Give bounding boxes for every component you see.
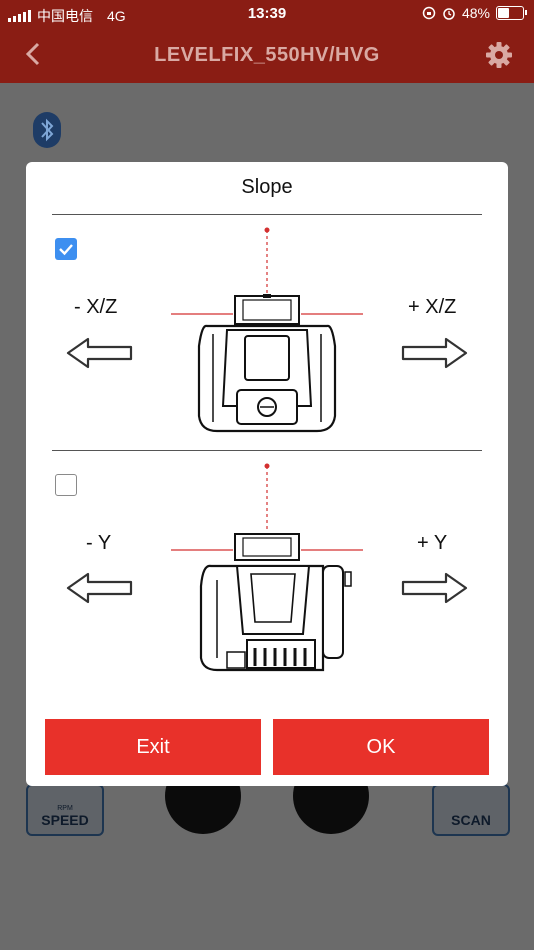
rotation-lock-icon [422, 6, 436, 20]
y-plus-label: + Y [417, 532, 448, 554]
scan-label: SCAN [451, 812, 491, 828]
y-minus-label: - Y [86, 532, 112, 554]
speed-sub-label: RPM [57, 805, 73, 812]
battery-percent: 48% [461, 5, 490, 21]
xz-minus-arrow-icon[interactable] [66, 336, 134, 370]
status-bar: 中国电信 4G 13:39 48% [0, 0, 534, 28]
alarm-icon [443, 8, 455, 20]
xz-axis-checkbox[interactable] [55, 238, 77, 260]
y-axis-checkbox[interactable] [55, 474, 77, 496]
gear-icon[interactable] [484, 40, 514, 70]
ok-button[interactable]: OK [273, 719, 489, 775]
xz-minus-label: - X/Z [74, 296, 118, 318]
app-header: LEVELFIX_550HV/HVG [0, 28, 534, 83]
y-minus-arrow-icon[interactable] [66, 571, 134, 605]
y-plus-arrow-icon[interactable] [400, 571, 468, 605]
speed-button[interactable]: RPM SPEED [26, 784, 104, 836]
xz-plus-arrow-icon[interactable] [400, 336, 468, 370]
speed-label: SPEED [41, 812, 89, 828]
divider [52, 450, 482, 451]
checkmark-icon [59, 244, 73, 256]
xz-plus-label: + X/Z [408, 296, 457, 318]
laser-level-side-image [171, 463, 363, 672]
bluetooth-icon [33, 112, 61, 148]
divider [52, 214, 482, 215]
laser-level-front-image [171, 227, 363, 433]
exit-button[interactable]: Exit [45, 719, 261, 775]
dialog-title: Slope [241, 176, 293, 198]
page-title: LEVELFIX_550HV/HVG [154, 44, 380, 66]
battery-icon [496, 6, 527, 20]
scan-button[interactable]: SCAN [432, 784, 510, 836]
slope-dialog: Slope - X/Z + X/Z - Y + Y Exit OK [26, 162, 508, 786]
